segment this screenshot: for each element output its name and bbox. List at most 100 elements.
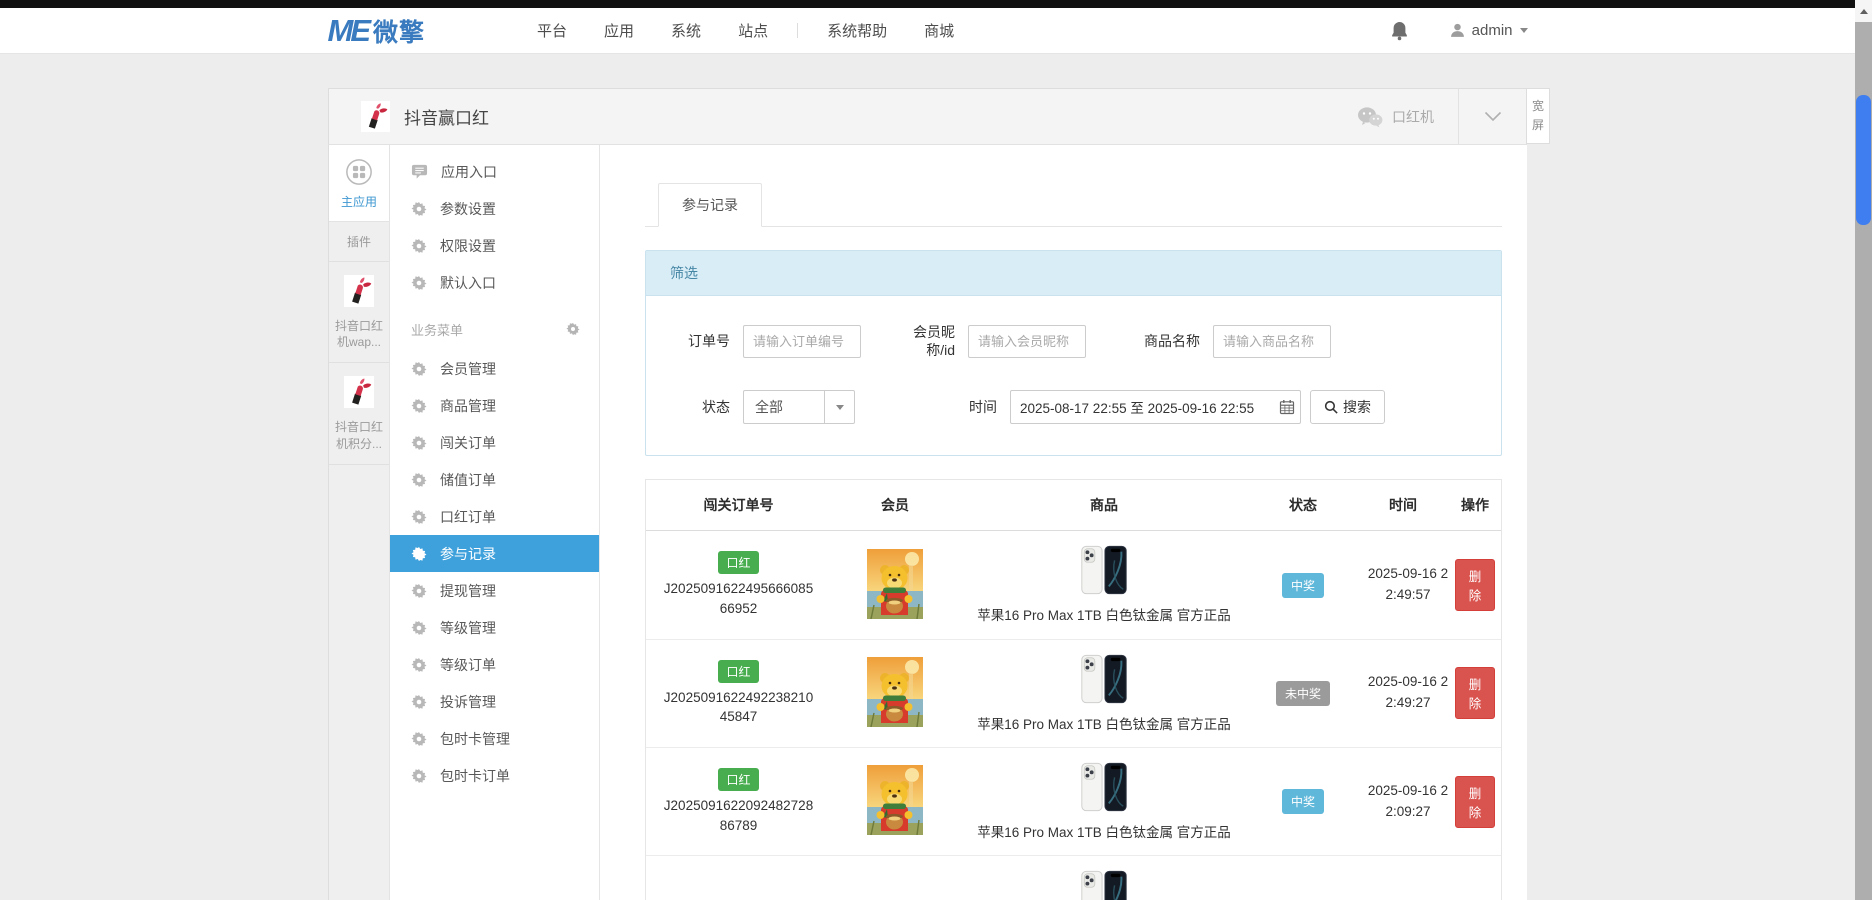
status-select[interactable]: 全部 — [743, 390, 855, 424]
nav-item-apps[interactable]: 应用 — [604, 20, 634, 41]
menu-item-challenge-orders[interactable]: 闯关订单 — [390, 424, 599, 461]
lipstick-plugin-icon — [344, 275, 374, 307]
weengine-logo[interactable]: ME 微擎 — [328, 13, 426, 49]
menu-item-level-mgmt[interactable]: 等级管理 — [390, 609, 599, 646]
table-row-partial — [646, 856, 1501, 900]
order-no-input[interactable] — [743, 325, 861, 358]
product-name: 苹果16 Pro Max 1TB 白色钛金属 官方正品 — [969, 715, 1239, 735]
grid-icon — [345, 158, 373, 186]
menu-item-lipstick-orders[interactable]: 口红订单 — [390, 498, 599, 535]
menu-label: 等级管理 — [440, 618, 496, 638]
menu-section-label: 业务菜单 — [411, 320, 463, 339]
col-header-status: 状态 — [1249, 480, 1357, 531]
member-nickname-input[interactable] — [968, 325, 1086, 358]
menu-item-stored-value-orders[interactable]: 储值订单 — [390, 461, 599, 498]
gear-icon — [411, 583, 427, 599]
menu-item-time-card-mgmt[interactable]: 包时卡管理 — [390, 720, 599, 757]
product-name-input[interactable] — [1213, 325, 1331, 358]
bell-icon[interactable] — [1391, 21, 1408, 41]
collapse-panel-button[interactable] — [1458, 89, 1526, 144]
plugin-label: 抖音口红机wap... — [332, 318, 386, 350]
vertical-scrollbar[interactable] — [1855, 0, 1872, 900]
nav-item-sites[interactable]: 站点 — [738, 20, 768, 41]
menu-label: 权限设置 — [440, 236, 496, 256]
menu-item-permission-settings[interactable]: 权限设置 — [390, 227, 599, 264]
product-image — [1077, 652, 1131, 706]
main-content: 参与记录 筛选 订单号 会员昵称/id 商品名称 状态 — [600, 145, 1527, 900]
delete-button[interactable]: 删除 — [1455, 559, 1495, 611]
scrollbar-thumb[interactable] — [1856, 95, 1871, 225]
menu-item-param-settings[interactable]: 参数设置 — [390, 190, 599, 227]
records-table: 闯关订单号 会员 商品 状态 时间 操作 口红 J2025091622 — [645, 479, 1502, 900]
rail-main-app-label: 主应用 — [329, 193, 389, 210]
lipstick-tag-badge: 口红 — [718, 768, 758, 791]
sidebar-menu: 应用入口 参数设置 权限设置 默认入口 业务菜单 会员管理 — [390, 145, 600, 900]
gear-icon — [411, 435, 427, 451]
menu-item-default-entry[interactable]: 默认入口 — [390, 264, 599, 301]
lipstick-module-icon — [361, 101, 390, 132]
time-label: 时间 — [957, 398, 997, 416]
select-caret-button[interactable] — [824, 391, 854, 423]
rail-plugin-wap[interactable]: 抖音口红机wap... — [329, 262, 389, 363]
menu-label: 应用入口 — [441, 162, 497, 182]
menu-item-complaint-mgmt[interactable]: 投诉管理 — [390, 683, 599, 720]
top-menu: 平台 应用 系统 站点 系统帮助 商城 — [537, 20, 954, 41]
chat-icon — [411, 163, 428, 180]
gear-icon — [411, 509, 427, 525]
col-header-action: 操作 — [1449, 480, 1501, 531]
gear-icon[interactable] — [566, 322, 580, 336]
menu-item-participation-records[interactable]: 参与记录 — [390, 535, 599, 572]
search-button-label: 搜索 — [1343, 397, 1371, 417]
menu-item-level-orders[interactable]: 等级订单 — [390, 646, 599, 683]
menu-item-withdrawal-mgmt[interactable]: 提现管理 — [390, 572, 599, 609]
member-avatar — [867, 657, 923, 727]
menu-item-time-card-orders[interactable]: 包时卡订单 — [390, 757, 599, 794]
menu-item-member-mgmt[interactable]: 会员管理 — [390, 350, 599, 387]
rail-plugins-section-label: 插件 — [329, 222, 389, 262]
menu-label: 默认入口 — [440, 273, 496, 293]
filter-panel-title: 筛选 — [646, 251, 1501, 296]
delete-button[interactable]: 删除 — [1455, 776, 1495, 828]
record-time: 2025-09-16 22:09:27 — [1363, 781, 1453, 823]
nav-item-help[interactable]: 系统帮助 — [827, 20, 887, 41]
product-image — [1077, 760, 1131, 814]
arrow-up-icon — [1860, 9, 1868, 14]
menu-label: 储值订单 — [440, 470, 496, 490]
module-header: 抖音赢口红 口红机 宽屏 — [328, 88, 1527, 145]
product-name-label: 商品名称 — [1124, 332, 1200, 350]
calendar-icon[interactable] — [1279, 399, 1295, 415]
gear-icon — [411, 398, 427, 414]
order-number: J202509162249223821045847 — [663, 688, 815, 727]
col-header-order-no: 闯关订单号 — [646, 480, 831, 531]
nav-item-system[interactable]: 系统 — [671, 20, 701, 41]
menu-label: 等级订单 — [440, 655, 496, 675]
admin-dropdown[interactable]: admin — [1450, 22, 1528, 39]
widescreen-toggle[interactable]: 宽屏 — [1526, 88, 1550, 144]
member-nickname-label: 会员昵称/id — [899, 323, 955, 359]
order-no-label: 订单号 — [666, 332, 730, 350]
gear-icon — [411, 275, 427, 291]
nav-item-platform[interactable]: 平台 — [537, 20, 567, 41]
table-row: 口红 J202509162249566608566952 苹果16 Pro Ma… — [646, 531, 1501, 639]
nav-item-store[interactable]: 商城 — [924, 20, 954, 41]
scrollbar-up-button[interactable] — [1855, 0, 1872, 22]
menu-label: 会员管理 — [440, 359, 496, 379]
wechat-icon — [1357, 106, 1383, 128]
time-range-input[interactable] — [1010, 390, 1301, 424]
search-button[interactable]: 搜索 — [1310, 390, 1385, 424]
menu-item-product-mgmt[interactable]: 商品管理 — [390, 387, 599, 424]
menu-item-app-entry[interactable]: 应用入口 — [390, 153, 599, 190]
rail-plugin-points[interactable]: 抖音口红机积分... — [329, 363, 389, 464]
lipstick-machine-shortcut-button[interactable]: 口红机 — [1333, 89, 1458, 144]
table-row: 口红 J202509162249223821045847 苹果16 Pro Ma… — [646, 639, 1501, 747]
rail-item-main-app[interactable]: 主应用 — [329, 145, 389, 222]
gear-icon — [411, 768, 427, 784]
tab-participation-records[interactable]: 参与记录 — [658, 183, 762, 227]
col-header-time: 时间 — [1357, 480, 1449, 531]
caret-down-icon — [836, 405, 844, 410]
table-row: 口红 J202509162209248272886789 苹果16 Pro Ma… — [646, 747, 1501, 855]
module-title: 抖音赢口红 — [404, 104, 489, 129]
order-number: J202509162209248272886789 — [663, 796, 815, 835]
delete-button[interactable]: 删除 — [1455, 667, 1495, 719]
logo-me-glyph: ME — [328, 13, 369, 49]
